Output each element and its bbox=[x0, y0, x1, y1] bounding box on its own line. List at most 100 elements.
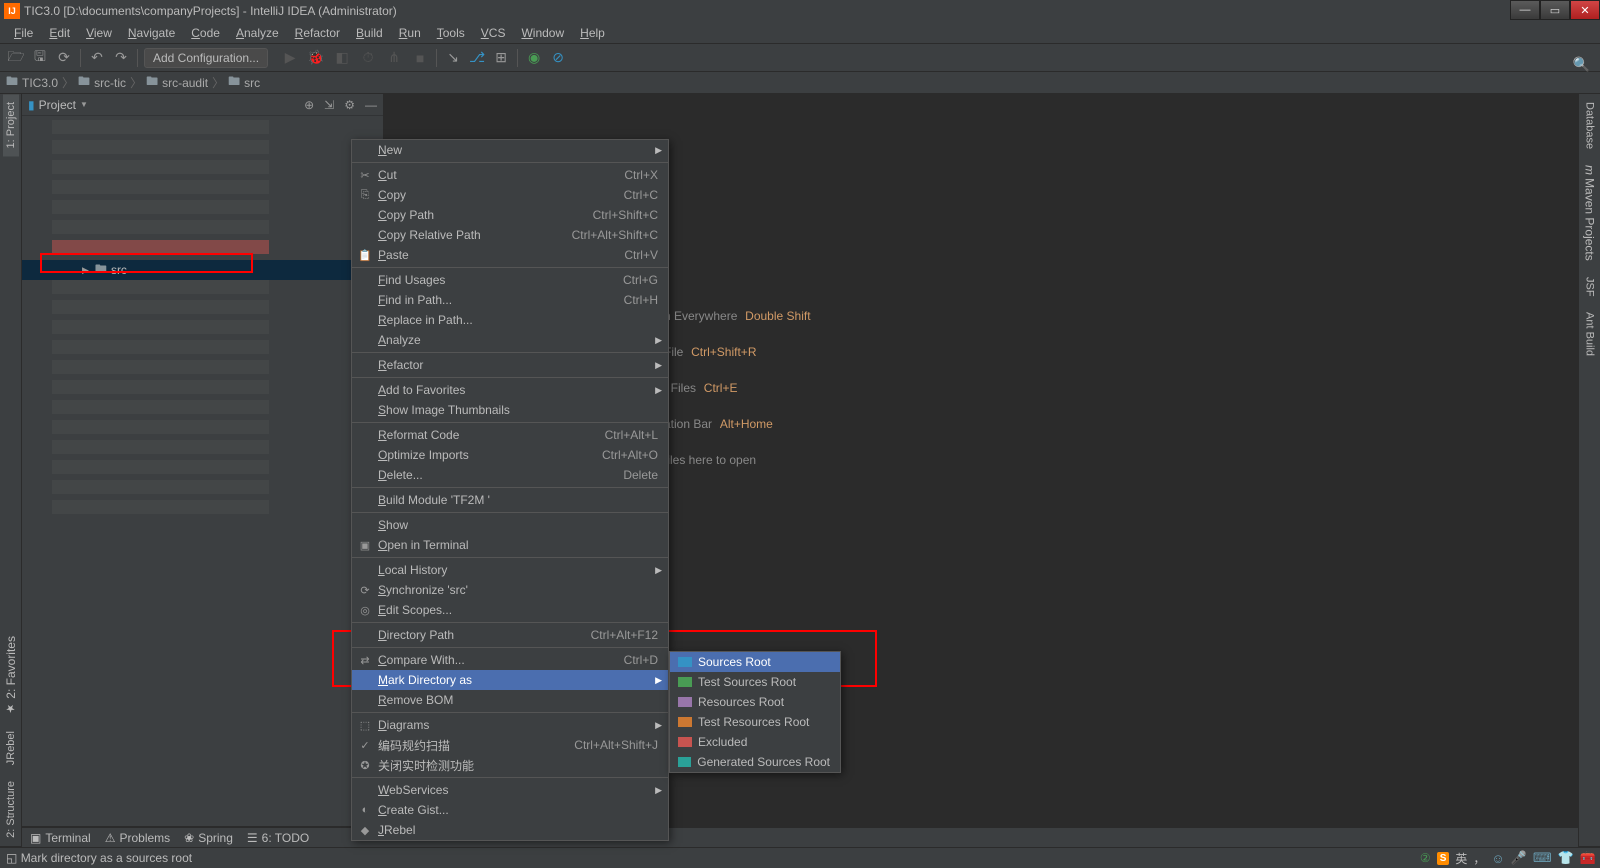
project-panel-title[interactable]: Project bbox=[39, 98, 76, 112]
ctx-reformat-code[interactable]: Reformat CodeCtrl+Alt+L bbox=[352, 425, 668, 445]
ctx-webservices[interactable]: WebServices▶ bbox=[352, 780, 668, 800]
ctx-compare-with-[interactable]: ⇄Compare With...Ctrl+D bbox=[352, 650, 668, 670]
menu-vcs[interactable]: VCS bbox=[473, 24, 514, 42]
tab-structure[interactable]: 2: Structure bbox=[3, 773, 19, 846]
ctx-show-image-thumbnails[interactable]: Show Image Thumbnails bbox=[352, 400, 668, 420]
menu-help[interactable]: Help bbox=[572, 24, 613, 42]
ctx-diagrams[interactable]: ⬚Diagrams▶ bbox=[352, 715, 668, 735]
ctx-new[interactable]: New▶ bbox=[352, 140, 668, 160]
project-tree[interactable]: ▶ 🖿 src bbox=[22, 116, 383, 514]
open-icon[interactable]: 🗁 bbox=[6, 48, 26, 68]
breadcrumb-item[interactable]: TIC3.0 bbox=[22, 76, 58, 90]
context-menu[interactable]: New▶ ✂CutCtrl+X⎘CopyCtrl+CCopy PathCtrl+S… bbox=[351, 139, 669, 841]
debug-icon[interactable]: 🐞 bbox=[306, 48, 326, 68]
submenu-test-sources-root[interactable]: Test Sources Root bbox=[670, 672, 840, 692]
menu-file[interactable]: File bbox=[6, 24, 41, 42]
undo-icon[interactable]: ↶ bbox=[87, 48, 107, 68]
run-icon[interactable]: ▶ bbox=[280, 48, 300, 68]
tab-maven[interactable]: m Maven Projects bbox=[1581, 157, 1599, 269]
menu-edit[interactable]: Edit bbox=[41, 24, 78, 42]
menu-build[interactable]: Build bbox=[348, 24, 391, 42]
tab-project[interactable]: 1: Project bbox=[3, 94, 19, 156]
sync-icon[interactable]: ⟳ bbox=[54, 48, 74, 68]
tab-todo[interactable]: ☰ 6: TODO bbox=[247, 831, 309, 845]
ctx-find-usages[interactable]: Find UsagesCtrl+G bbox=[352, 270, 668, 290]
menu-view[interactable]: View bbox=[78, 24, 120, 42]
menu-analyze[interactable]: Analyze bbox=[228, 24, 287, 42]
ctx-refactor[interactable]: Refactor▶ bbox=[352, 355, 668, 375]
vcs-branch-icon[interactable]: ⎇ bbox=[467, 48, 487, 68]
menu-navigate[interactable]: Navigate bbox=[120, 24, 183, 42]
redo-icon[interactable]: ↷ bbox=[111, 48, 131, 68]
mark-directory-submenu[interactable]: Sources RootTest Sources RootResources R… bbox=[669, 651, 841, 773]
collapse-icon[interactable]: ⇲ bbox=[324, 98, 334, 112]
menu-refactor[interactable]: Refactor bbox=[287, 24, 348, 42]
ctx-optimize-imports[interactable]: Optimize ImportsCtrl+Alt+O bbox=[352, 445, 668, 465]
submenu-generated-sources-root[interactable]: Generated Sources Root bbox=[670, 752, 840, 772]
ctx-add-to-favorites[interactable]: Add to Favorites▶ bbox=[352, 380, 668, 400]
lang-indicator[interactable]: 英 bbox=[1455, 850, 1467, 867]
add-configuration[interactable]: Add Configuration... bbox=[144, 48, 268, 68]
ctx-replace-in-path-[interactable]: Replace in Path... bbox=[352, 310, 668, 330]
status-corner-icon[interactable]: ◱ bbox=[6, 851, 17, 865]
ctx--[interactable]: ✓编码规约扫描Ctrl+Alt+Shift+J bbox=[352, 735, 668, 755]
submenu-test-resources-root[interactable]: Test Resources Root bbox=[670, 712, 840, 732]
ctx-delete-[interactable]: Delete...Delete bbox=[352, 465, 668, 485]
search-icon[interactable]: 🔍 bbox=[1573, 56, 1590, 73]
ctx-find-in-path-[interactable]: Find in Path...Ctrl+H bbox=[352, 290, 668, 310]
ctx--[interactable]: ✪关闭实时检测功能 bbox=[352, 755, 668, 775]
ctx-show[interactable]: Show bbox=[352, 515, 668, 535]
tree-node-src[interactable]: ▶ 🖿 src bbox=[22, 260, 383, 280]
tab-jrebel[interactable]: JRebel bbox=[3, 723, 19, 773]
vcs-icon[interactable]: ↘ bbox=[443, 48, 463, 68]
menu-tools[interactable]: Tools bbox=[429, 24, 473, 42]
ctx-edit-scopes-[interactable]: ◎Edit Scopes... bbox=[352, 600, 668, 620]
keyboard-icon[interactable]: ⌨ bbox=[1533, 850, 1552, 866]
submenu-sources-root[interactable]: Sources Root bbox=[670, 652, 840, 672]
chevron-down-icon[interactable]: ▼ bbox=[80, 100, 88, 109]
ctx-jrebel[interactable]: ◆JRebel bbox=[352, 820, 668, 840]
menu-code[interactable]: Code bbox=[183, 24, 228, 42]
skin-icon[interactable]: 👕 bbox=[1558, 850, 1574, 866]
close-button[interactable]: ✕ bbox=[1570, 0, 1600, 20]
tab-database[interactable]: Database bbox=[1582, 94, 1598, 157]
coverage-icon[interactable]: ◧ bbox=[332, 48, 352, 68]
ctx-mark-directory-as[interactable]: Mark Directory as▶ bbox=[352, 670, 668, 690]
ctx-analyze[interactable]: Analyze▶ bbox=[352, 330, 668, 350]
submenu-resources-root[interactable]: Resources Root bbox=[670, 692, 840, 712]
ime-badge[interactable]: S bbox=[1437, 852, 1450, 865]
gear-icon[interactable]: ⚙ bbox=[344, 98, 355, 112]
menu-window[interactable]: Window bbox=[513, 24, 572, 42]
ctx-synchronize-src-[interactable]: ⟳Synchronize 'src' bbox=[352, 580, 668, 600]
ctx-build-module-tf2m-[interactable]: Build Module 'TF2M ' bbox=[352, 490, 668, 510]
ctx-create-gist-[interactable]: ◐Create Gist... bbox=[352, 800, 668, 820]
maximize-button[interactable]: ▭ bbox=[1540, 0, 1570, 20]
ctx-copy-relative-path[interactable]: Copy Relative PathCtrl+Alt+Shift+C bbox=[352, 225, 668, 245]
toolbox-icon[interactable]: 🧰 bbox=[1580, 850, 1596, 866]
expand-arrow-icon[interactable]: ▶ bbox=[82, 265, 89, 276]
ctx-local-history[interactable]: Local History▶ bbox=[352, 560, 668, 580]
ctx-open-in-terminal[interactable]: ▣Open in Terminal bbox=[352, 535, 668, 555]
tab-problems[interactable]: ⚠ Problems bbox=[105, 831, 170, 845]
structure-icon[interactable]: ⊞ bbox=[491, 48, 511, 68]
ctx-remove-bom[interactable]: Remove BOM bbox=[352, 690, 668, 710]
emoji-icon[interactable]: ☺ bbox=[1491, 851, 1504, 866]
refresh-icon[interactable]: ⊘ bbox=[548, 48, 568, 68]
breadcrumb-item[interactable]: src bbox=[244, 76, 260, 90]
ctx-cut[interactable]: ✂CutCtrl+X bbox=[352, 165, 668, 185]
tab-ant[interactable]: Ant Build bbox=[1582, 304, 1598, 364]
hide-icon[interactable]: — bbox=[365, 98, 377, 112]
concurrent-icon[interactable]: ⋔ bbox=[384, 48, 404, 68]
ctx-paste[interactable]: 📋PasteCtrl+V bbox=[352, 245, 668, 265]
ctx-directory-path[interactable]: Directory PathCtrl+Alt+F12 bbox=[352, 625, 668, 645]
tab-spring[interactable]: ❀ Spring bbox=[184, 831, 233, 845]
menu-run[interactable]: Run bbox=[391, 24, 429, 42]
breadcrumb-item[interactable]: src-audit bbox=[162, 76, 208, 90]
tab-terminal[interactable]: ▣ Terminal bbox=[30, 831, 91, 845]
ctx-copy[interactable]: ⎘CopyCtrl+C bbox=[352, 185, 668, 205]
tab-favorites[interactable]: ★ 2: Favorites bbox=[2, 628, 20, 723]
tab-jsf[interactable]: JSF bbox=[1582, 269, 1598, 305]
save-icon[interactable]: 🖫 bbox=[30, 48, 50, 68]
locate-icon[interactable]: ⊕ bbox=[304, 98, 314, 112]
ctx-copy-path[interactable]: Copy PathCtrl+Shift+C bbox=[352, 205, 668, 225]
